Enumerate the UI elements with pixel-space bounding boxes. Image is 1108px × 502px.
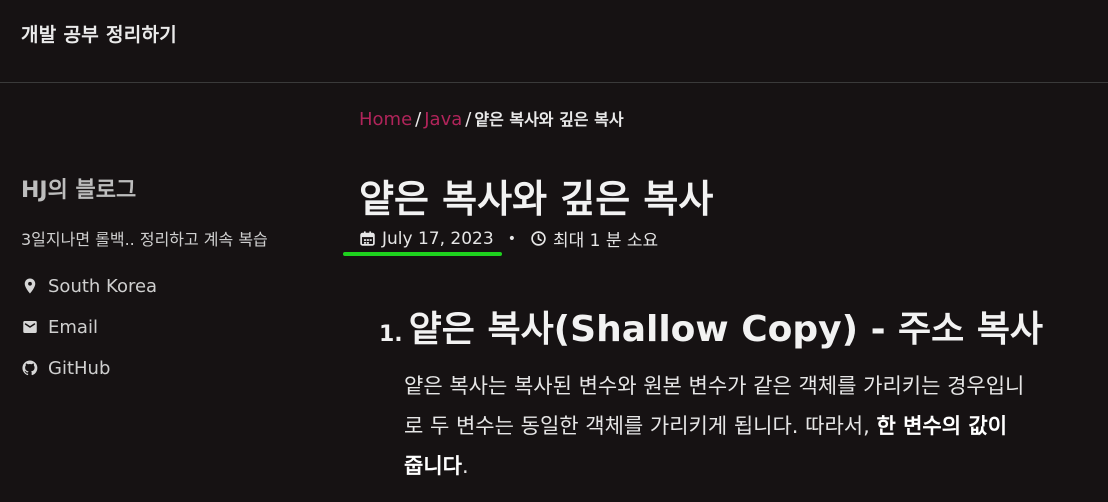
author-email-link[interactable]: Email <box>21 315 341 339</box>
post-body-paragraph: 얕은 복사는 복사된 변수와 원본 변수가 같은 객체를 가리키는 경우입니 로… <box>404 366 1108 486</box>
paragraph-line-1: 얕은 복사는 복사된 변수와 원본 변수가 같은 객체를 가리키는 경우입니 <box>404 366 1108 406</box>
author-location: South Korea <box>21 274 341 298</box>
breadcrumb-home-link[interactable]: Home <box>359 109 412 130</box>
author-location-label: South Korea <box>48 275 158 297</box>
paragraph-bold-text: 한 변수의 값이 <box>876 414 1008 438</box>
author-email-label: Email <box>48 316 98 338</box>
paragraph-bold-text: 줍니다 <box>404 454 462 478</box>
section-heading-text: 얕은 복사(Shallow Copy) - 주소 복사 <box>408 309 1044 350</box>
page-title: 얕은 복사와 깊은 복사 <box>359 177 714 221</box>
paragraph-text: 로 두 변수는 동일한 객체를 가리키게 됩니다. 따라서, <box>404 414 877 438</box>
calendar-icon <box>360 231 375 246</box>
clock-icon <box>531 231 546 246</box>
paragraph-line-2: 로 두 변수는 동일한 객체를 가리키게 됩니다. 따라서, 한 변수의 값이 <box>404 406 1108 446</box>
author-sidebar: HJ의 블로그 3일지나면 롤백.. 정리하고 계속 복습 South Kore… <box>21 172 341 397</box>
date-highlight-underline <box>343 252 502 256</box>
breadcrumb: Home / Java / 얕은 복사와 깊은 복사 <box>359 106 624 130</box>
paragraph-text: . <box>461 454 469 478</box>
post-date: July 17, 2023 <box>382 228 494 249</box>
breadcrumb-separator: / <box>415 109 422 130</box>
page-meta: July 17, 2023 • 최대 1 분 소요 <box>359 226 658 251</box>
map-marker-icon <box>24 278 36 294</box>
masthead: 개발 공부 정리하기 <box>0 0 1108 83</box>
author-name: HJ의 블로그 <box>21 178 137 203</box>
author-bio: 3일지나면 롤백.. 정리하고 계속 복습 <box>21 230 268 249</box>
author-github-link[interactable]: GitHub <box>21 356 341 380</box>
breadcrumb-separator: / <box>465 109 472 130</box>
meta-separator: • <box>507 230 516 247</box>
read-time: 최대 1 분 소요 <box>552 231 659 251</box>
github-icon <box>22 360 38 376</box>
author-github-label: GitHub <box>48 357 111 379</box>
paragraph-text: 얕은 복사는 복사된 변수와 원본 변수가 같은 객체를 가리키는 경우입니 <box>404 374 1025 398</box>
breadcrumb-java-link[interactable]: Java <box>424 109 462 130</box>
site-title-link[interactable]: 개발 공부 정리하기 <box>21 20 177 47</box>
section-number: 1. <box>379 322 403 347</box>
section-heading: 1. 얕은 복사(Shallow Copy) - 주소 복사 <box>379 300 1043 352</box>
paragraph-line-3: 줍니다. <box>404 446 1108 486</box>
envelope-icon <box>23 321 37 333</box>
breadcrumb-current: 얕은 복사와 깊은 복사 <box>474 110 624 129</box>
